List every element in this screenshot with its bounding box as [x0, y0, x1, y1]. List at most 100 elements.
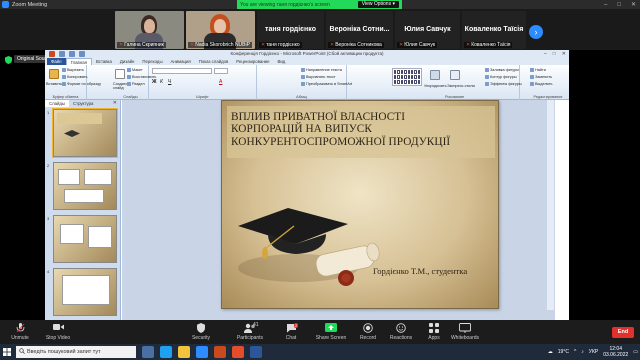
- arrange-icon[interactable]: [430, 70, 440, 80]
- italic-button[interactable]: К: [160, 79, 163, 85]
- security-button[interactable]: Security: [181, 323, 221, 341]
- chrome-taskbar-icon[interactable]: [232, 346, 244, 358]
- tab-file[interactable]: Файл: [47, 58, 66, 65]
- weather-temp[interactable]: 19°C: [558, 349, 569, 355]
- ppt-maximize-button[interactable]: □: [553, 50, 556, 58]
- task-view-icon[interactable]: [142, 346, 154, 358]
- cut-button[interactable]: Вырезать: [62, 68, 84, 72]
- ppt-minimize-button[interactable]: –: [544, 50, 547, 58]
- bold-button[interactable]: Ж: [152, 79, 157, 85]
- ribbon: Вставить Вырезать Копировать Формат по о…: [45, 65, 569, 100]
- replace-button[interactable]: Заменить: [530, 75, 552, 79]
- weather-icon[interactable]: ☁: [548, 349, 553, 355]
- section-button[interactable]: Раздел: [127, 82, 145, 86]
- font-color-button[interactable]: А: [219, 79, 222, 85]
- chat-button[interactable]: 2 Chat: [271, 323, 311, 341]
- section-icon: [127, 82, 131, 86]
- ppt-logo-icon: [49, 51, 55, 57]
- participant-tile[interactable]: Коваленко Таїсія ✕Коваленко Таїсія: [462, 11, 526, 49]
- windows-start-icon[interactable]: [0, 344, 14, 360]
- tab-transitions[interactable]: Переходы: [138, 58, 166, 65]
- paste-icon[interactable]: [49, 69, 59, 79]
- tab-insert[interactable]: Вставка: [92, 58, 116, 65]
- stop-video-button[interactable]: Stop Video: [38, 323, 78, 341]
- word-taskbar-icon[interactable]: [250, 346, 262, 358]
- quick-styles-icon[interactable]: [450, 70, 460, 80]
- participants-button[interactable]: 41 Participants: [230, 323, 270, 342]
- close-button[interactable]: ✕: [631, 1, 636, 8]
- taskbar-search-box[interactable]: Введіть пошуковий запит тут: [16, 346, 136, 358]
- slide-thumbnail[interactable]: 1: [47, 108, 119, 159]
- tab-outline[interactable]: Структура: [69, 100, 97, 107]
- powerpoint-taskbar-icon[interactable]: [214, 346, 226, 358]
- minimize-button[interactable]: –: [604, 2, 607, 8]
- search-icon: [19, 348, 25, 356]
- participant-tile[interactable]: таня гордієнко ✕таня гордієнко: [257, 11, 324, 49]
- vertical-scrollbar[interactable]: [547, 100, 554, 310]
- chevron-right-icon[interactable]: ›: [529, 25, 543, 39]
- shape-outline-button[interactable]: Контур фигуры: [485, 75, 517, 79]
- close-icon[interactable]: ✕: [113, 100, 117, 106]
- slide-title[interactable]: ВПЛИВ ПРИВАТНОЇ ВЛАСНОСТІ КОРПОРАЦІЙ НА …: [231, 111, 471, 148]
- shapes-gallery[interactable]: [392, 68, 422, 86]
- participant-tile[interactable]: Юлия Савчук ✕Юлия Савчук: [395, 11, 460, 49]
- new-slide-icon[interactable]: [115, 69, 125, 79]
- ppt-close-button[interactable]: ✕: [562, 50, 566, 58]
- undo-icon[interactable]: [69, 51, 75, 57]
- unmute-button[interactable]: Unmute: [0, 323, 40, 341]
- participant-tile[interactable]: ✕Nadia Skorobrich NUBiP: [186, 11, 255, 49]
- slide-thumbnail[interactable]: 2: [47, 162, 119, 212]
- quick-styles-button[interactable]: Экспресс-стили: [447, 84, 475, 88]
- save-icon[interactable]: [59, 51, 65, 57]
- slide-title-line: ВПЛИВ ПРИВАТНОЇ ВЛАСНОСТІ: [231, 111, 406, 123]
- tab-home[interactable]: Главная: [65, 58, 92, 65]
- slide-author[interactable]: Гордієнко Т.М., студентка: [373, 266, 467, 276]
- maximize-button[interactable]: □: [617, 2, 621, 8]
- tab-view[interactable]: Вид: [273, 58, 289, 65]
- chevron-up-icon[interactable]: ^: [574, 349, 576, 355]
- underline-button[interactable]: Ч: [168, 79, 171, 85]
- graduation-cap-diploma-image[interactable]: [228, 196, 388, 296]
- text-direction-button[interactable]: Направление текста: [301, 68, 342, 72]
- shape-fill-button[interactable]: Заливка фигуры: [485, 68, 519, 72]
- shape-effects-button[interactable]: Эффекты фигуры: [485, 82, 522, 86]
- file-explorer-icon[interactable]: [178, 346, 190, 358]
- layout-button[interactable]: Макет: [127, 68, 143, 72]
- font-name-select[interactable]: [152, 68, 212, 74]
- find-button[interactable]: Найти: [530, 68, 546, 72]
- language-indicator[interactable]: УКР: [589, 349, 598, 355]
- participant-tile[interactable]: ✕Галина Скрипник: [115, 11, 184, 49]
- tab-design[interactable]: Дизайн: [116, 58, 138, 65]
- copy-button[interactable]: Копировать: [62, 75, 87, 79]
- tab-review[interactable]: Рецензирование: [232, 58, 273, 65]
- zoom-taskbar-icon[interactable]: [196, 346, 208, 358]
- slide-thumbnail[interactable]: 3: [47, 215, 119, 265]
- end-meeting-button[interactable]: End: [612, 327, 634, 338]
- arrange-button[interactable]: Упорядочить: [424, 84, 447, 88]
- tab-animations[interactable]: Анимация: [167, 58, 195, 65]
- format-painter-button[interactable]: Формат по образцу: [62, 82, 101, 86]
- slide-thumbnail[interactable]: 4: [47, 268, 119, 318]
- participant-display-name: Вероніка Сотни...: [329, 26, 390, 33]
- redo-icon[interactable]: [79, 51, 85, 57]
- window-controls: – □ ✕: [604, 0, 636, 9]
- smartart-button[interactable]: Преобразовать в SmartArt: [301, 82, 352, 86]
- font-size-select[interactable]: [214, 68, 228, 74]
- tab-slides[interactable]: Слайды: [45, 100, 69, 107]
- new-slide-button[interactable]: Создать слайд: [113, 82, 127, 90]
- tab-slideshow[interactable]: Показ слайдов: [195, 58, 233, 65]
- slide-title-line: КОРПОРАЦІЙ НА ВИПУСК: [231, 123, 372, 136]
- participant-name: ✕Вероніка Сотникова: [328, 42, 384, 48]
- select-button[interactable]: Выделить: [530, 82, 553, 86]
- volume-icon[interactable]: ♪: [581, 349, 584, 355]
- whiteboards-button[interactable]: Whiteboards: [445, 323, 485, 341]
- align-text-button[interactable]: Выровнять текст: [301, 75, 336, 79]
- edge-browser-icon[interactable]: [160, 346, 172, 358]
- share-screen-button[interactable]: Share Screen: [311, 323, 351, 341]
- participant-tile[interactable]: Вероніка Сотни... ✕Вероніка Сотникова: [326, 11, 393, 49]
- paste-button[interactable]: Вставить: [46, 82, 62, 86]
- notifications-icon[interactable]: ▭: [633, 349, 638, 355]
- clock[interactable]: 12:04 03.06.2022: [603, 346, 628, 358]
- view-options-button[interactable]: View Options ▾: [357, 1, 399, 8]
- current-slide[interactable]: ВПЛИВ ПРИВАТНОЇ ВЛАСНОСТІ КОРПОРАЦІЙ НА …: [221, 100, 499, 309]
